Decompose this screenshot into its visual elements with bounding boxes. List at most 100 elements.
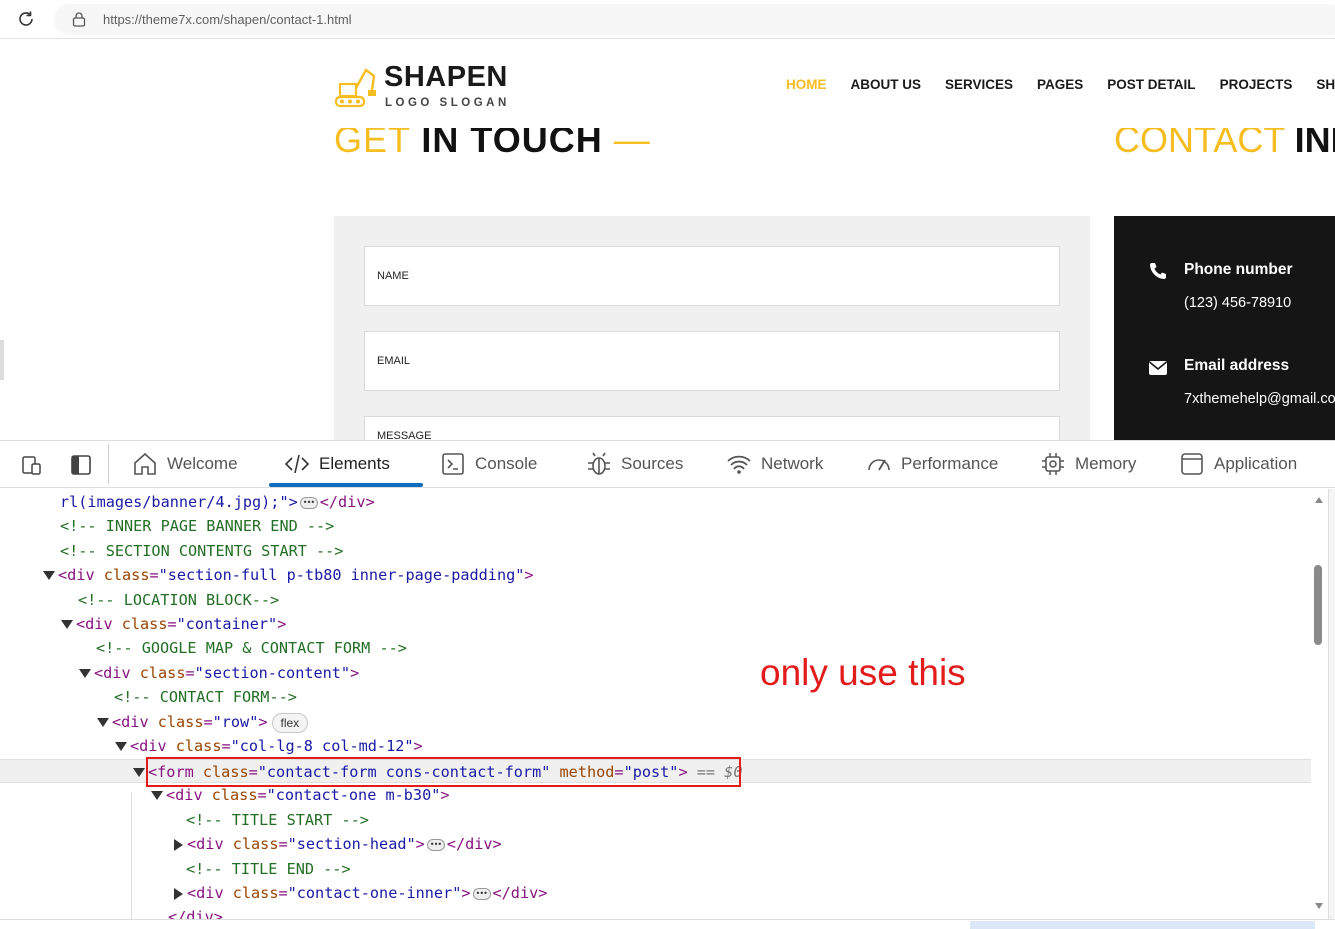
logo-name[interactable]: SHAPEN <box>384 61 508 94</box>
tag-name: div <box>196 835 224 853</box>
horizontal-scroll-track[interactable] <box>970 921 1315 929</box>
attr-name: class <box>139 664 186 682</box>
dom-node-row[interactable]: <div class="row"> flex <box>0 710 1311 734</box>
dom-comment[interactable]: <!-- CONTACT FORM--> <box>0 685 1311 709</box>
tab-application[interactable]: Application <box>1179 441 1297 487</box>
dock-side-icon[interactable] <box>69 453 93 477</box>
tab-performance[interactable]: Performance <box>866 441 998 487</box>
tab-performance-label: Performance <box>901 454 999 473</box>
home-icon <box>134 452 156 475</box>
attr-equals: = <box>278 835 288 853</box>
annotation-highlight-box <box>146 757 741 787</box>
url-text[interactable]: https://theme7x.com/shapen/contact-1.htm… <box>103 12 352 27</box>
tab-elements-label: Elements <box>319 454 390 473</box>
comment-text: <!-- INNER PAGE BANNER END --> <box>60 517 335 535</box>
tag-open: < <box>187 884 197 902</box>
tab-elements[interactable]: Elements <box>284 441 390 487</box>
tag-open: < <box>130 737 140 755</box>
nav-item-post-detail[interactable]: POST DETAIL <box>1107 77 1195 92</box>
dom-node-close[interactable]: </div> <box>0 905 1311 919</box>
attr-value: "contact-one-inner" <box>287 884 462 902</box>
dom-node-section-head[interactable]: <div class="section-head"> </div> <box>0 832 1311 857</box>
ellipsis-badge[interactable] <box>472 882 491 906</box>
comment-text: <!-- SECTION CONTENTG START --> <box>60 542 344 560</box>
nav-item-pages[interactable]: PAGES <box>1037 77 1083 92</box>
attr-value: "contact-one m-b30" <box>266 786 441 804</box>
scroll-down-arrow-icon[interactable] <box>1315 903 1323 909</box>
dom-node-section-full[interactable]: <div class="section-full p-tb80 inner-pa… <box>0 563 1311 587</box>
attr-equals: = <box>257 786 267 804</box>
dom-node-col[interactable]: <div class="col-lg-8 col-md-12"> <box>0 734 1311 758</box>
reload-icon[interactable] <box>16 9 36 29</box>
collapse-triangle-icon[interactable] <box>43 571 55 580</box>
envelope-icon <box>1148 361 1168 375</box>
nav-item-home[interactable]: HOME <box>786 77 827 92</box>
toolbar-separator <box>108 444 109 484</box>
tab-network[interactable]: Network <box>726 441 823 487</box>
ellipsis-badge[interactable] <box>299 491 318 515</box>
dom-node-section-content[interactable]: <div class="section-content"> <box>0 661 1311 685</box>
expand-triangle-icon[interactable] <box>174 887 183 900</box>
dom-node-container[interactable]: <div class="container"> <box>0 612 1311 636</box>
elements-scrollbar[interactable] <box>1311 489 1328 919</box>
comment-text: <!-- CONTACT FORM--> <box>114 688 297 706</box>
email-field[interactable]: EMAIL <box>364 331 1060 391</box>
logo-slogan: LOGO SLOGAN <box>385 97 510 109</box>
scroll-thumb[interactable] <box>1314 565 1322 645</box>
attr-value: "col-lg-8 col-md-12" <box>230 737 414 755</box>
name-field[interactable]: NAME <box>364 246 1060 306</box>
dom-comment[interactable]: <!-- TITLE END --> <box>0 857 1311 881</box>
nav-item-projects[interactable]: PROJECTS <box>1220 77 1293 92</box>
tab-memory[interactable]: Memory <box>1040 441 1136 487</box>
comment-text: <!-- GOOGLE MAP & CONTACT FORM --> <box>96 639 407 657</box>
phone-title: Phone number <box>1184 261 1293 278</box>
tag-open: < <box>166 786 176 804</box>
dom-comment[interactable]: <!-- SECTION CONTENTG START --> <box>0 539 1311 563</box>
collapse-triangle-icon[interactable] <box>97 718 109 727</box>
collapse-triangle-icon[interactable] <box>61 620 73 629</box>
nav-item-services[interactable]: SERVICES <box>945 77 1013 92</box>
attr-value: "section-head" <box>287 835 416 853</box>
attr-equals: = <box>167 615 177 633</box>
dom-node-banner-close[interactable]: rl(images/banner/4.jpg);"> </div> <box>0 490 1311 515</box>
attr-name: class <box>121 615 168 633</box>
attr-name: class <box>211 786 258 804</box>
side-handle <box>0 340 4 380</box>
collapse-triangle-icon[interactable] <box>79 669 91 678</box>
expand-triangle-icon[interactable] <box>174 838 183 851</box>
scroll-up-arrow-icon[interactable] <box>1315 497 1323 503</box>
tab-network-label: Network <box>761 454 824 473</box>
nav-item-about[interactable]: ABOUT US <box>851 77 922 92</box>
tag-end: > <box>258 713 268 731</box>
dom-node-contact-one-inner[interactable]: <div class="contact-one-inner"> </div> <box>0 881 1311 906</box>
attr-value: "container" <box>176 615 278 633</box>
dom-comment[interactable]: <!-- GOOGLE MAP & CONTACT FORM --> <box>0 636 1311 660</box>
lock-icon[interactable] <box>72 11 86 27</box>
collapse-triangle-icon[interactable] <box>133 768 145 777</box>
attr-name: class <box>232 884 279 902</box>
code-tag-icon <box>284 454 310 474</box>
tab-memory-label: Memory <box>1075 454 1137 473</box>
tab-console[interactable]: Console <box>440 441 537 487</box>
device-emulation-icon[interactable] <box>20 453 44 477</box>
tag-name: div <box>85 615 113 633</box>
attr-name: class <box>103 566 150 584</box>
dom-comment[interactable]: <!-- TITLE START --> <box>0 808 1311 832</box>
node-close-tag: </div> <box>319 493 375 511</box>
tab-sources[interactable]: Sources <box>586 441 683 487</box>
dom-comment[interactable]: <!-- LOCATION BLOCK--> <box>0 588 1311 612</box>
ellipsis-badge[interactable] <box>426 833 445 857</box>
attr-equals: = <box>185 664 195 682</box>
tab-welcome[interactable]: Welcome <box>132 441 238 487</box>
flex-badge[interactable]: flex <box>271 712 309 733</box>
collapse-triangle-icon[interactable] <box>151 791 163 800</box>
collapse-triangle-icon[interactable] <box>115 742 127 751</box>
browser-address-bar: https://theme7x.com/shapen/contact-1.htm… <box>0 0 1335 39</box>
nav-item-shop[interactable]: SHO <box>1316 77 1335 92</box>
dom-comment[interactable]: <!-- INNER PAGE BANNER END --> <box>0 514 1311 538</box>
message-field[interactable]: MESSAGE <box>364 416 1060 440</box>
attr-equals: = <box>203 713 213 731</box>
side-panel-edge <box>1328 489 1335 929</box>
attr-value: "row" <box>212 713 259 731</box>
excavator-logo-icon[interactable] <box>334 64 378 110</box>
